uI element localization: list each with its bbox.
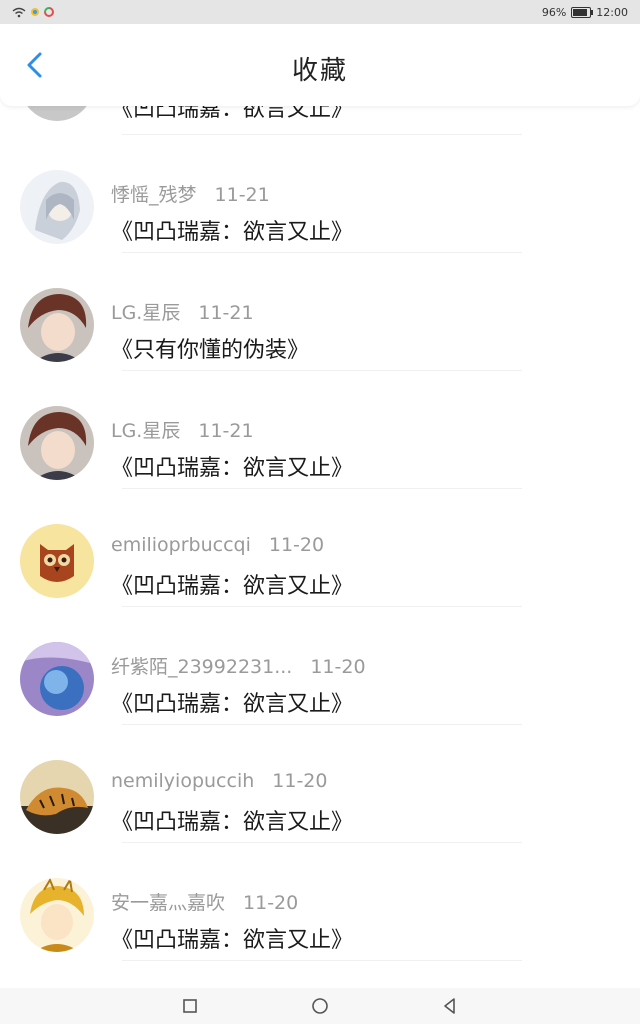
recent-apps-icon[interactable] [180,996,200,1016]
divider [122,960,522,961]
avatar[interactable] [20,170,94,244]
list-item[interactable]: LG.星辰 11-21 《只有你懂的伪装》 [0,253,640,371]
wifi-icon [12,7,26,17]
list-item[interactable]: 安一嘉灬嘉吹 11-20 《凹凸瑞嘉：欲言又止》 [0,843,640,961]
item-meta: LG.星辰 11-21 [111,298,254,325]
item-meta: 悸愮_残梦 11-21 [111,180,270,207]
date: 11-21 [198,302,254,324]
system-nav-bar [0,988,640,1024]
item-title: 《凹凸瑞嘉：欲言又止》 [111,574,354,599]
item-meta: nemilyiopuccih 11-20 [111,770,327,792]
item-title: 《凹凸瑞嘉：欲言又止》 [111,692,354,717]
item-meta: LG.星辰 11-21 [111,416,254,443]
app-notification-icon-2 [44,7,54,17]
item-meta: 纤紫陌_23992231... 11-20 [111,652,366,679]
status-left [0,7,54,18]
username[interactable]: emilioprbuccqi [111,534,251,556]
item-meta: emilioprbuccqi 11-20 [111,534,324,556]
item-title: 《凹凸瑞嘉：欲言又止》 [111,928,354,953]
item-title: 《凹凸瑞嘉：欲言又止》 [111,456,354,481]
clock: 12:00 [596,5,628,19]
item-title: 《只有你懂的伪装》 [111,338,310,363]
favorites-list: 《凹凸瑞嘉：欲言又止》 悸愮_残梦 11-21 《凹凸瑞嘉：欲言又止》 LG.星… [0,24,640,961]
avatar[interactable] [20,642,94,716]
avatar[interactable] [20,878,94,952]
list-item[interactable]: 悸愮_残梦 11-21 《凹凸瑞嘉：欲言又止》 [0,135,640,253]
item-title: 《凹凸瑞嘉：欲言又止》 [111,220,354,245]
list-item[interactable]: LG.星辰 11-21 《凹凸瑞嘉：欲言又止》 [0,371,640,489]
list-item[interactable]: emilioprbuccqi 11-20 《凹凸瑞嘉：欲言又止》 [0,489,640,607]
username[interactable]: 安一嘉灬嘉吹 [111,892,225,914]
item-meta: 安一嘉灬嘉吹 11-20 [111,888,298,915]
avatar[interactable] [20,288,94,362]
list-item[interactable]: 纤紫陌_23992231... 11-20 《凹凸瑞嘉：欲言又止》 [0,607,640,725]
home-icon[interactable] [310,996,330,1016]
username[interactable]: LG.星辰 [111,420,180,442]
battery-percent: 96% [541,5,567,19]
app-notification-icon [31,8,39,16]
page-title: 收藏 [291,56,348,86]
back-icon[interactable] [440,996,460,1016]
avatar[interactable] [20,760,94,834]
date: 11-20 [272,770,328,792]
item-title: 《凹凸瑞嘉：欲言又止》 [111,810,354,835]
avatar[interactable] [20,406,94,480]
username[interactable]: 悸愮_残梦 [111,184,197,206]
date: 11-20 [243,892,299,914]
battery-icon [571,6,594,18]
username[interactable]: nemilyiopuccih [111,770,254,792]
username[interactable]: 纤紫陌_23992231... [111,656,292,678]
date: 11-21 [214,184,270,206]
date: 11-20 [310,656,366,678]
list-item[interactable]: nemilyiopuccih 11-20 《凹凸瑞嘉：欲言又止》 [0,725,640,843]
date: 11-20 [268,534,325,556]
username[interactable]: LG.星辰 [111,302,180,324]
avatar[interactable] [20,524,94,598]
date: 11-21 [198,420,254,442]
app-header: 收藏 [0,24,640,106]
